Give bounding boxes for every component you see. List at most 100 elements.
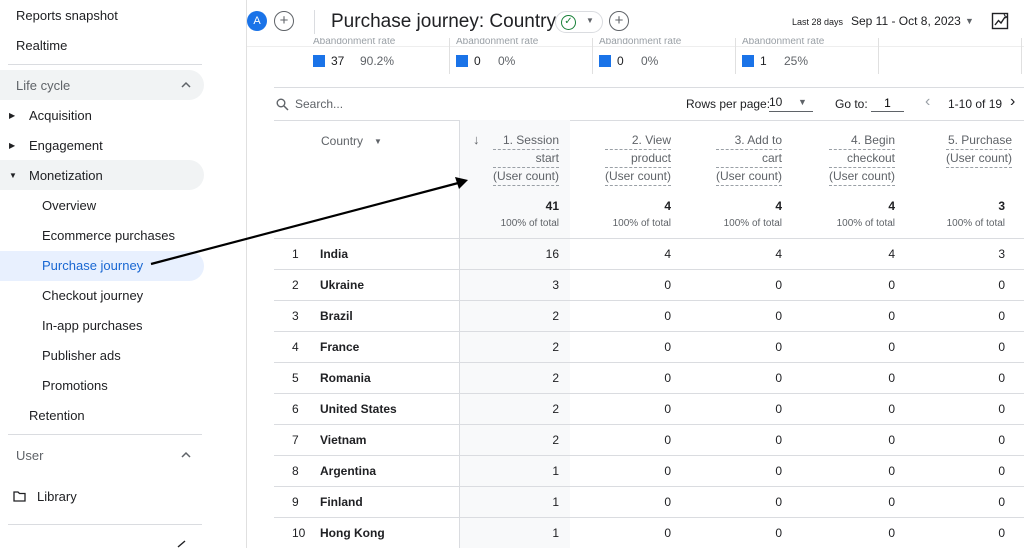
expand-triangle-icon[interactable]: ▶ — [9, 111, 15, 120]
page-title: Purchase journey: Country — [331, 11, 556, 32]
caret-down-icon[interactable]: ▼ — [374, 137, 382, 146]
table-row[interactable]: 6 United States 2 0 0 0 0 — [274, 394, 1024, 425]
column-header-add-to-cart[interactable]: 3. Add to cart (User count) — [715, 132, 782, 186]
table-row[interactable]: 7 Vietnam 2 0 0 0 0 — [274, 425, 1024, 456]
sidebar-item-promotions[interactable]: Promotions — [42, 378, 108, 393]
row-country[interactable]: Hong Kong — [320, 526, 385, 540]
abandonment-cell — [879, 38, 1022, 74]
row-country[interactable]: Ukraine — [320, 278, 364, 292]
date-range[interactable]: Sep 11 - Oct 8, 2023 — [851, 14, 961, 28]
sidebar-item-monetization[interactable]: Monetization — [29, 168, 103, 183]
table-row[interactable]: 5 Romania 2 0 0 0 0 — [274, 363, 1024, 394]
rows-per-page-select[interactable]: 10 ▼ — [769, 95, 813, 112]
table-row[interactable]: 3 Brazil 2 0 0 0 0 — [274, 301, 1024, 332]
row-country[interactable]: France — [320, 340, 359, 354]
add-comparison-icon[interactable]: + — [274, 11, 294, 31]
date-caret-icon[interactable]: ▼ — [965, 16, 974, 26]
row-cell: 2 — [552, 433, 559, 447]
goto-page-input[interactable] — [871, 94, 904, 112]
column-header-session-start[interactable]: 1. Session start (User count) — [492, 132, 559, 186]
row-cell: 0 — [775, 526, 782, 540]
chevron-left-icon[interactable]: ‹ — [925, 93, 930, 111]
row-country[interactable]: Argentina — [320, 464, 376, 478]
row-country[interactable]: Vietnam — [320, 433, 366, 447]
sort-arrow-down-icon[interactable]: ↓ — [473, 132, 480, 147]
total-value: 4 — [775, 199, 782, 213]
pagination-text: 1-10 of 19 — [948, 97, 1003, 111]
sidebar-divider — [8, 434, 202, 435]
column-header-purchase[interactable]: 5. Purchase (User count) — [945, 132, 1012, 168]
expand-triangle-icon[interactable]: ▶ — [9, 141, 15, 150]
legend-square — [599, 55, 611, 67]
row-index: 4 — [292, 340, 299, 354]
avatar[interactable]: A — [247, 11, 267, 31]
sidebar-item-retention[interactable]: Retention — [29, 408, 85, 423]
sidebar-item-realtime[interactable]: Realtime — [16, 38, 67, 53]
sidebar-item-purchase-journey[interactable]: Purchase journey — [42, 258, 143, 273]
row-country[interactable]: India — [320, 247, 348, 261]
table-row[interactable]: 9 Finland 1 0 0 0 0 — [274, 487, 1024, 518]
sidebar-item-reports-snapshot[interactable]: Reports snapshot — [16, 8, 118, 23]
status-dropdown[interactable]: ✓ ▼ — [555, 11, 603, 33]
row-country[interactable]: Brazil — [320, 309, 353, 323]
table-row[interactable]: 2 Ukraine 3 0 0 0 0 — [274, 270, 1024, 301]
sidebar-item-acquisition[interactable]: Acquisition — [29, 108, 92, 123]
sidebar-item-in-app-purchases[interactable]: In-app purchases — [42, 318, 142, 333]
country-column-header[interactable]: Country — [321, 134, 363, 148]
row-cell: 0 — [888, 464, 895, 478]
row-cell: 0 — [664, 371, 671, 385]
abandonment-cell: Abandonment rate 37 90.2% — [307, 38, 450, 74]
sidebar-item-library[interactable]: Library — [37, 489, 77, 504]
total-subtext: 100% of total — [612, 218, 671, 229]
row-cell: 2 — [552, 371, 559, 385]
abandonment-pct: 0% — [498, 54, 516, 68]
row-cell: 0 — [775, 495, 782, 509]
total-subtext: 100% of total — [723, 218, 782, 229]
row-cell: 2 — [552, 340, 559, 354]
legend-square — [456, 55, 468, 67]
chevron-up-icon[interactable] — [181, 450, 191, 460]
row-cell: 0 — [775, 309, 782, 323]
total-value: 4 — [664, 199, 671, 213]
row-cell: 0 — [664, 526, 671, 540]
row-country[interactable]: United States — [320, 402, 397, 416]
column-header-line: (User count) — [715, 168, 782, 186]
insights-chart-icon[interactable] — [991, 12, 1009, 30]
row-index: 6 — [292, 402, 299, 416]
sidebar-item-ecommerce-purchases[interactable]: Ecommerce purchases — [42, 228, 175, 243]
table-row[interactable]: 1 India 16 4 4 4 3 — [274, 239, 1024, 270]
column-header-line: (User count) — [604, 168, 671, 186]
abandonment-value: 37 — [331, 54, 345, 68]
collapse-sidebar-icon[interactable] — [176, 540, 188, 548]
chevron-up-icon[interactable] — [181, 80, 191, 90]
search-icon[interactable] — [276, 98, 289, 111]
column-header-line: (User count) — [492, 168, 559, 186]
collapse-triangle-icon[interactable]: ▼ — [9, 171, 17, 180]
column-header-begin-checkout[interactable]: 4. Begin checkout (User count) — [828, 132, 895, 186]
sidebar-item-engagement[interactable]: Engagement — [29, 138, 103, 153]
chevron-right-icon[interactable]: › — [1010, 93, 1015, 111]
column-header-view-product[interactable]: 2. View product (User count) — [604, 132, 671, 186]
row-index: 5 — [292, 371, 299, 385]
sidebar-item-checkout-journey[interactable]: Checkout journey — [42, 288, 143, 303]
column-header-line: 2. View — [604, 132, 671, 150]
row-index: 1 — [292, 247, 299, 261]
row-cell: 3 — [552, 278, 559, 292]
row-cell: 0 — [888, 278, 895, 292]
row-cell: 0 — [888, 340, 895, 354]
row-country[interactable]: Romania — [320, 371, 371, 385]
search-input[interactable]: Search... — [295, 97, 343, 111]
row-cell: 0 — [775, 371, 782, 385]
table-row[interactable]: 10 Hong Kong 1 0 0 0 0 — [274, 518, 1024, 548]
row-cell: 0 — [664, 309, 671, 323]
sidebar-item-publisher-ads[interactable]: Publisher ads — [42, 348, 121, 363]
abandonment-pct: 0% — [641, 54, 659, 68]
row-country[interactable]: Finland — [320, 495, 363, 509]
sidebar-item-overview[interactable]: Overview — [42, 198, 96, 213]
add-icon[interactable]: + — [609, 11, 629, 31]
date-preset-label[interactable]: Last 28 days — [792, 17, 843, 27]
table-row[interactable]: 4 France 2 0 0 0 0 — [274, 332, 1024, 363]
rows-per-page-label: Rows per page: — [686, 97, 771, 111]
table-row[interactable]: 8 Argentina 1 0 0 0 0 — [274, 456, 1024, 487]
abandonment-value: 0 — [474, 54, 481, 68]
